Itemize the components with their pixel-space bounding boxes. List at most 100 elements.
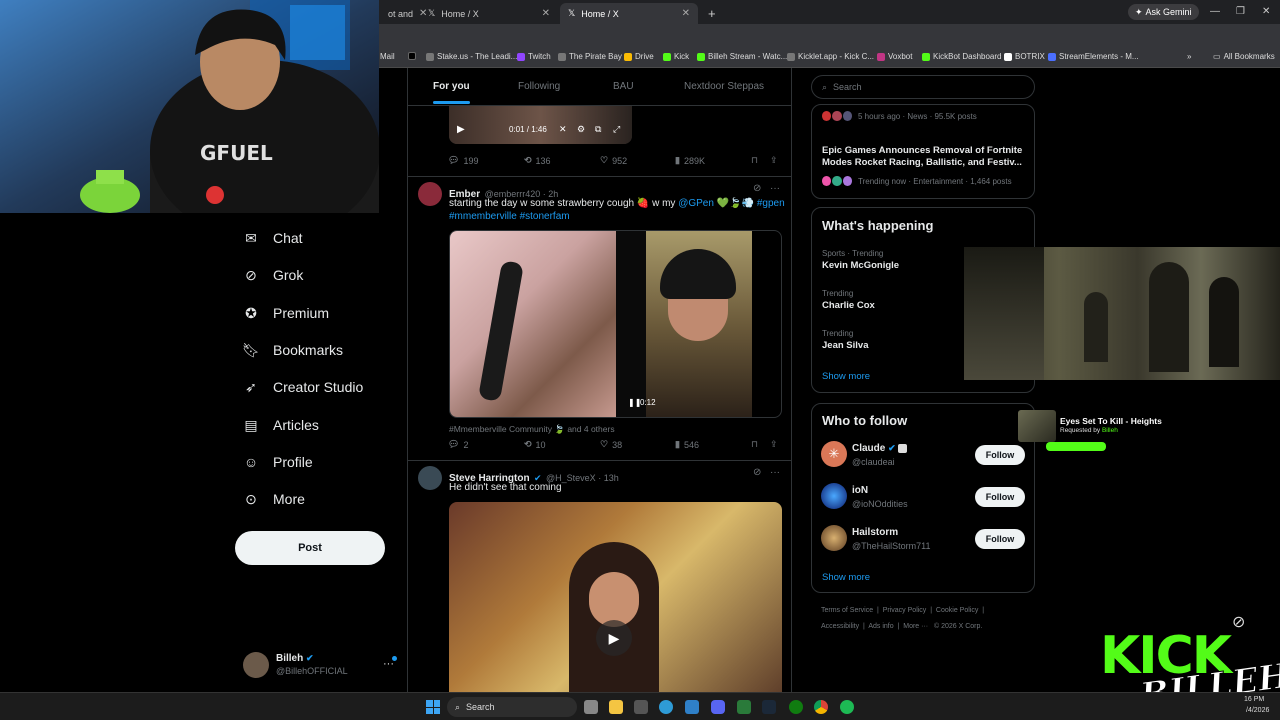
tab-nextdoor-steppas[interactable]: Nextdoor Steppas	[684, 81, 764, 92]
settings-icon[interactable]: ⚙	[577, 124, 585, 135]
grok-icon[interactable]: ⊘	[753, 183, 761, 194]
nav-item-more[interactable]: ⊙ More	[243, 491, 305, 508]
pip-icon[interactable]: ⧉	[595, 124, 601, 135]
all-bookmarks-button[interactable]: ▭ All Bookmarks	[1213, 52, 1275, 61]
post-media[interactable]: ▶	[449, 502, 782, 692]
chat-overlay-icon[interactable]: ⊘	[1232, 612, 1245, 632]
close-window-icon[interactable]: ✕	[1262, 6, 1270, 17]
nav-item-premium[interactable]: ✪ Premium	[243, 305, 329, 322]
maximize-icon[interactable]: ❐	[1236, 6, 1245, 17]
xbox-icon[interactable]	[789, 700, 803, 714]
nav-item-profile[interactable]: ☺ Profile	[243, 454, 313, 470]
close-icon[interactable]: ✕	[542, 8, 550, 19]
close-icon[interactable]: ✕	[682, 8, 690, 19]
post-media[interactable]: ❚❚ 0:12	[449, 230, 782, 418]
nav-item-articles[interactable]: ▤ Articles	[243, 417, 319, 434]
bookmark-item[interactable]: StreamElements - M...	[1048, 52, 1139, 61]
bookmark-post-icon[interactable]: ⊓	[751, 155, 758, 166]
like-button[interactable]: ♡ 38	[600, 439, 622, 450]
trend-item[interactable]: Trending Jean Silva	[822, 329, 868, 351]
bookmark-item[interactable]: Stake.us - The Leadi...	[426, 52, 517, 61]
ask-gemini-button[interactable]: ✦ Ask Gemini	[1128, 4, 1199, 20]
more-icon[interactable]: ···	[770, 467, 780, 478]
chrome-icon[interactable]	[814, 700, 828, 714]
play-icon[interactable]: ▶	[457, 124, 465, 135]
task-view-icon[interactable]	[584, 700, 598, 714]
hashtag-link[interactable]: #gpen	[757, 198, 785, 209]
bookmark-item[interactable]: Mail	[380, 52, 395, 61]
bookmark-item[interactable]: BOTRIX	[1004, 52, 1045, 61]
community-line[interactable]: #Mmemberville Community 🍃 and 4 others	[449, 424, 615, 435]
video-player[interactable]: ▶ 0:01 / 1:46 ✕ ⚙ ⧉ ⤢	[449, 106, 632, 144]
follow-button[interactable]: Follow	[975, 487, 1025, 507]
account-switcher[interactable]: Billeh ✔ @BillehOFFICIAL ···	[243, 650, 403, 680]
repost-button[interactable]: ⟲ 136	[524, 155, 551, 166]
reply-button[interactable]: 💬︎ 199	[448, 155, 478, 166]
media-video[interactable]	[646, 231, 752, 417]
news-meta[interactable]: 5 hours ago · News · 95.5K posts	[858, 112, 977, 121]
footer-link[interactable]: Accessibility	[821, 623, 859, 630]
bookmarks-overflow-icon[interactable]: »	[1187, 52, 1191, 61]
news-title[interactable]: Epic Games Announces Removal of Fortnite…	[822, 145, 1032, 169]
bookmark-item[interactable]: Kicklet.app - Kick C...	[787, 52, 874, 61]
reply-button[interactable]: 💬︎ 2	[448, 439, 468, 450]
avatar[interactable]	[418, 182, 442, 206]
windows-start-icon[interactable]	[426, 700, 440, 714]
repost-button[interactable]: ⟲ 10	[524, 439, 546, 450]
hashtag-link[interactable]: #mmemberville #stonerfam	[449, 210, 570, 223]
browser-tab[interactable]: 𝕏 Home / X ✕	[420, 3, 558, 24]
footer-link[interactable]: Ads info	[868, 623, 893, 630]
nav-item-creator-studio[interactable]: ➶ Creator Studio	[243, 379, 363, 396]
follow-suggestion[interactable]: ✳ Claude ✔ @claudeai	[821, 441, 971, 471]
file-explorer-icon[interactable]	[609, 700, 623, 714]
post[interactable]: Steve Harrington ✔ @H_SteveX · 13h ⊘ ···…	[418, 466, 783, 692]
tab-bau[interactable]: BAU	[613, 81, 634, 92]
browser-tab-active[interactable]: 𝕏 Home / X ✕	[560, 3, 698, 24]
footer-link[interactable]: Terms of Service	[821, 607, 873, 614]
excel-icon[interactable]	[737, 700, 751, 714]
post[interactable]: Ember @emberrr420 · 2h ⊘ ··· starting th…	[418, 182, 785, 458]
bookmark-item[interactable]	[408, 52, 416, 60]
mail-app-icon[interactable]	[685, 700, 699, 714]
edge-icon[interactable]	[659, 700, 673, 714]
nav-item-grok[interactable]: ⊘ Grok	[243, 267, 303, 284]
terminal-icon[interactable]	[634, 700, 648, 714]
search-input[interactable]: ⌕ Search	[811, 75, 1035, 99]
bookmark-item[interactable]: Twitch	[517, 52, 551, 61]
trend-item[interactable]: Trending Charlie Cox	[822, 289, 875, 311]
nav-item-bookmarks[interactable]: 🔖︎ Bookmarks	[242, 342, 343, 359]
post-button[interactable]: Post	[235, 531, 385, 565]
show-more-link[interactable]: Show more	[822, 572, 870, 583]
bookmark-item[interactable]: Drive	[624, 52, 654, 61]
taskbar-search[interactable]: ⌕ Search	[447, 697, 577, 717]
tab-following[interactable]: Following	[518, 81, 560, 92]
minimize-icon[interactable]: —	[1210, 6, 1220, 17]
tab-for-you[interactable]: For you	[433, 81, 470, 104]
fullscreen-icon[interactable]: ⤢	[613, 124, 620, 135]
nav-item-chat[interactable]: ✉ Chat	[243, 230, 302, 247]
bookmark-item[interactable]: Billeh Stream - Watc...	[697, 52, 787, 61]
avatar[interactable]	[418, 466, 442, 490]
new-tab-button[interactable]: +	[700, 3, 724, 24]
community-name[interactable]: #Mmemberville Community	[449, 424, 552, 434]
steam-icon[interactable]	[762, 700, 776, 714]
bookmark-item[interactable]: KickBot Dashboard	[922, 52, 1001, 61]
bookmark-item[interactable]: Voxbot	[877, 52, 912, 61]
discord-icon[interactable]	[711, 700, 725, 714]
follow-suggestion[interactable]: ioN @ioNOddities	[821, 483, 971, 513]
more-icon[interactable]: ···	[770, 183, 780, 194]
footer-link[interactable]: Cookie Policy	[936, 607, 978, 614]
play-icon[interactable]: ▶	[596, 620, 632, 656]
trend-item[interactable]: Sports · Trending Kevin McGonigle	[822, 249, 899, 271]
follow-suggestion[interactable]: Hailstorm @TheHailStorm711	[821, 525, 971, 555]
share-icon[interactable]: ⇪	[770, 155, 778, 166]
like-button[interactable]: ♡ 952	[600, 155, 627, 166]
spotify-icon[interactable]	[840, 700, 854, 714]
views-button[interactable]: ▮ 289K	[675, 155, 705, 166]
mention-link[interactable]: @GPen	[678, 198, 714, 209]
bookmark-post-icon[interactable]: ⊓	[751, 439, 758, 450]
show-more-link[interactable]: Show more	[822, 371, 870, 382]
follow-button[interactable]: Follow	[975, 529, 1025, 549]
share-icon[interactable]: ⇪	[770, 439, 778, 450]
grok-icon[interactable]: ⊘	[753, 467, 761, 478]
